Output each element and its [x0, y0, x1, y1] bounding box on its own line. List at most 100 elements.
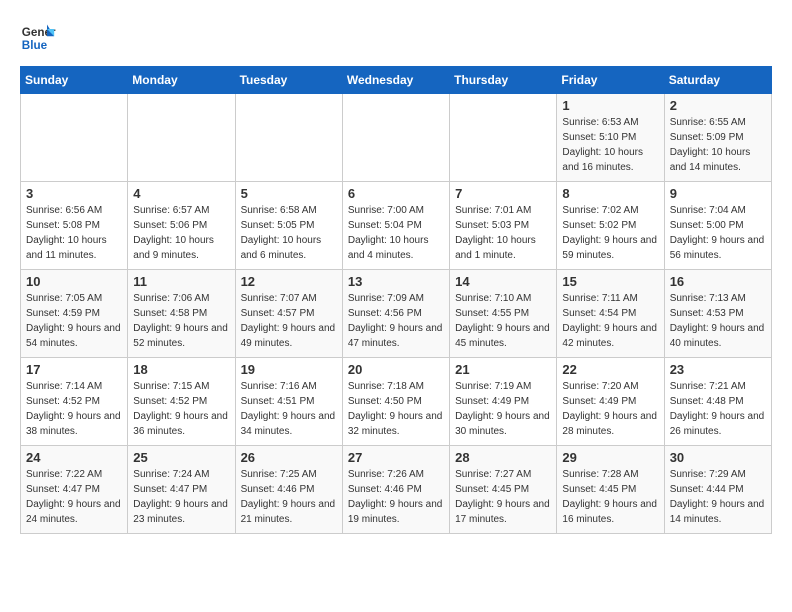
- calendar-cell: 17 Sunrise: 7:14 AMSunset: 4:52 PMDayligh…: [21, 358, 128, 446]
- week-row-5: 24Sunrise: 7:22 AMSunset: 4:47 PMDayligh…: [21, 446, 772, 534]
- day-info: Sunrise: 7:18 AMSunset: 4:50 PMDaylight:…: [348, 379, 444, 439]
- day-info: Sunrise: 7:26 AMSunset: 4:46 PMDaylight:…: [348, 467, 444, 527]
- day-number: 29: [562, 450, 658, 465]
- calendar-cell: 30 Sunrise: 7:29 AMSunset: 4:44 PMDayligh…: [664, 446, 771, 534]
- calendar-cell: 6 Sunrise: 7:00 AMSunset: 5:04 PMDaylight…: [342, 182, 449, 270]
- day-number: 21: [455, 362, 551, 377]
- svg-text:Blue: Blue: [22, 39, 48, 52]
- day-info: Sunrise: 7:00 AMSunset: 5:04 PMDaylight:…: [348, 203, 444, 263]
- day-number: 16: [670, 274, 766, 289]
- weekday-header-tuesday: Tuesday: [235, 67, 342, 94]
- day-number: 27: [348, 450, 444, 465]
- calendar-cell: [342, 94, 449, 182]
- day-info: Sunrise: 7:24 AMSunset: 4:47 PMDaylight:…: [133, 467, 229, 527]
- calendar-cell: 10Sunrise: 7:05 AMSunset: 4:59 PMDayligh…: [21, 270, 128, 358]
- day-number: 17: [26, 362, 122, 377]
- day-info: Sunrise: 7:20 AMSunset: 4:49 PMDaylight:…: [562, 379, 658, 439]
- day-number: 5: [241, 186, 337, 201]
- day-number: 28: [455, 450, 551, 465]
- day-number: 14: [455, 274, 551, 289]
- day-number: 4: [133, 186, 229, 201]
- day-info: Sunrise: 7:09 AMSunset: 4:56 PMDaylight:…: [348, 291, 444, 351]
- day-number: 26: [241, 450, 337, 465]
- week-row-3: 10Sunrise: 7:05 AMSunset: 4:59 PMDayligh…: [21, 270, 772, 358]
- day-number: 30: [670, 450, 766, 465]
- day-number: 11: [133, 274, 229, 289]
- calendar-cell: 2Sunrise: 6:55 AMSunset: 5:09 PMDaylight…: [664, 94, 771, 182]
- weekday-header-friday: Friday: [557, 67, 664, 94]
- day-info: Sunrise: 7:25 AMSunset: 4:46 PMDaylight:…: [241, 467, 337, 527]
- calendar-cell: 7Sunrise: 7:01 AMSunset: 5:03 PMDaylight…: [450, 182, 557, 270]
- calendar-cell: 22 Sunrise: 7:20 AMSunset: 4:49 PMDayligh…: [557, 358, 664, 446]
- weekday-header-monday: Monday: [128, 67, 235, 94]
- calendar-cell: [128, 94, 235, 182]
- calendar-cell: 13 Sunrise: 7:09 AMSunset: 4:56 PMDayligh…: [342, 270, 449, 358]
- day-number: 20: [348, 362, 444, 377]
- day-info: Sunrise: 7:21 AMSunset: 4:48 PMDaylight:…: [670, 379, 766, 439]
- day-info: Sunrise: 6:53 AMSunset: 5:10 PMDaylight:…: [562, 115, 658, 175]
- weekday-header-thursday: Thursday: [450, 67, 557, 94]
- calendar-cell: 1Sunrise: 6:53 AMSunset: 5:10 PMDaylight…: [557, 94, 664, 182]
- day-number: 24: [26, 450, 122, 465]
- day-info: Sunrise: 7:19 AMSunset: 4:49 PMDaylight:…: [455, 379, 551, 439]
- calendar-cell: 28Sunrise: 7:27 AMSunset: 4:45 PMDayligh…: [450, 446, 557, 534]
- calendar-cell: 18Sunrise: 7:15 AMSunset: 4:52 PMDayligh…: [128, 358, 235, 446]
- calendar-body: 1Sunrise: 6:53 AMSunset: 5:10 PMDaylight…: [21, 94, 772, 534]
- calendar-cell: 16 Sunrise: 7:13 AMSunset: 4:53 PMDayligh…: [664, 270, 771, 358]
- calendar-cell: 5 Sunrise: 6:58 AMSunset: 5:05 PMDaylight…: [235, 182, 342, 270]
- day-info: Sunrise: 7:10 AMSunset: 4:55 PMDaylight:…: [455, 291, 551, 351]
- day-info: Sunrise: 6:57 AMSunset: 5:06 PMDaylight:…: [133, 203, 229, 263]
- week-row-2: 3Sunrise: 6:56 AMSunset: 5:08 PMDaylight…: [21, 182, 772, 270]
- calendar-cell: 8 Sunrise: 7:02 AMSunset: 5:02 PMDaylight…: [557, 182, 664, 270]
- day-info: Sunrise: 7:07 AMSunset: 4:57 PMDaylight:…: [241, 291, 337, 351]
- day-number: 13: [348, 274, 444, 289]
- day-number: 19: [241, 362, 337, 377]
- day-info: Sunrise: 6:56 AMSunset: 5:08 PMDaylight:…: [26, 203, 122, 263]
- logo-icon: General Blue: [20, 20, 56, 56]
- day-info: Sunrise: 7:04 AMSunset: 5:00 PMDaylight:…: [670, 203, 766, 263]
- calendar-cell: [235, 94, 342, 182]
- day-number: 6: [348, 186, 444, 201]
- day-number: 12: [241, 274, 337, 289]
- day-number: 2: [670, 98, 766, 113]
- calendar-cell: 9 Sunrise: 7:04 AMSunset: 5:00 PMDaylight…: [664, 182, 771, 270]
- weekday-row: SundayMondayTuesdayWednesdayThursdayFrid…: [21, 67, 772, 94]
- day-info: Sunrise: 6:58 AMSunset: 5:05 PMDaylight:…: [241, 203, 337, 263]
- calendar-cell: [21, 94, 128, 182]
- weekday-header-wednesday: Wednesday: [342, 67, 449, 94]
- weekday-header-sunday: Sunday: [21, 67, 128, 94]
- week-row-1: 1Sunrise: 6:53 AMSunset: 5:10 PMDaylight…: [21, 94, 772, 182]
- day-number: 8: [562, 186, 658, 201]
- day-number: 25: [133, 450, 229, 465]
- calendar-cell: 19 Sunrise: 7:16 AMSunset: 4:51 PMDayligh…: [235, 358, 342, 446]
- page-header: General Blue: [20, 20, 772, 56]
- calendar-cell: 4 Sunrise: 6:57 AMSunset: 5:06 PMDaylight…: [128, 182, 235, 270]
- calendar-cell: 15 Sunrise: 7:11 AMSunset: 4:54 PMDayligh…: [557, 270, 664, 358]
- logo: General Blue: [20, 20, 56, 56]
- calendar-cell: 24Sunrise: 7:22 AMSunset: 4:47 PMDayligh…: [21, 446, 128, 534]
- week-row-4: 17 Sunrise: 7:14 AMSunset: 4:52 PMDayligh…: [21, 358, 772, 446]
- day-number: 22: [562, 362, 658, 377]
- calendar-cell: 12 Sunrise: 7:07 AMSunset: 4:57 PMDayligh…: [235, 270, 342, 358]
- calendar-cell: 14 Sunrise: 7:10 AMSunset: 4:55 PMDayligh…: [450, 270, 557, 358]
- day-info: Sunrise: 7:15 AMSunset: 4:52 PMDaylight:…: [133, 379, 229, 439]
- day-info: Sunrise: 7:28 AMSunset: 4:45 PMDaylight:…: [562, 467, 658, 527]
- day-info: Sunrise: 7:05 AMSunset: 4:59 PMDaylight:…: [26, 291, 122, 351]
- calendar-cell: 25 Sunrise: 7:24 AMSunset: 4:47 PMDayligh…: [128, 446, 235, 534]
- day-info: Sunrise: 7:16 AMSunset: 4:51 PMDaylight:…: [241, 379, 337, 439]
- day-number: 15: [562, 274, 658, 289]
- calendar-cell: 23Sunrise: 7:21 AMSunset: 4:48 PMDayligh…: [664, 358, 771, 446]
- calendar-cell: 27 Sunrise: 7:26 AMSunset: 4:46 PMDayligh…: [342, 446, 449, 534]
- day-info: Sunrise: 7:29 AMSunset: 4:44 PMDaylight:…: [670, 467, 766, 527]
- calendar-cell: 20 Sunrise: 7:18 AMSunset: 4:50 PMDayligh…: [342, 358, 449, 446]
- weekday-header-saturday: Saturday: [664, 67, 771, 94]
- day-info: Sunrise: 7:11 AMSunset: 4:54 PMDaylight:…: [562, 291, 658, 351]
- calendar-cell: 26 Sunrise: 7:25 AMSunset: 4:46 PMDayligh…: [235, 446, 342, 534]
- day-info: Sunrise: 7:13 AMSunset: 4:53 PMDaylight:…: [670, 291, 766, 351]
- day-info: Sunrise: 7:06 AMSunset: 4:58 PMDaylight:…: [133, 291, 229, 351]
- calendar-cell: 3Sunrise: 6:56 AMSunset: 5:08 PMDaylight…: [21, 182, 128, 270]
- calendar-header: SundayMondayTuesdayWednesdayThursdayFrid…: [21, 67, 772, 94]
- day-info: Sunrise: 7:02 AMSunset: 5:02 PMDaylight:…: [562, 203, 658, 263]
- day-number: 9: [670, 186, 766, 201]
- day-info: Sunrise: 7:14 AMSunset: 4:52 PMDaylight:…: [26, 379, 122, 439]
